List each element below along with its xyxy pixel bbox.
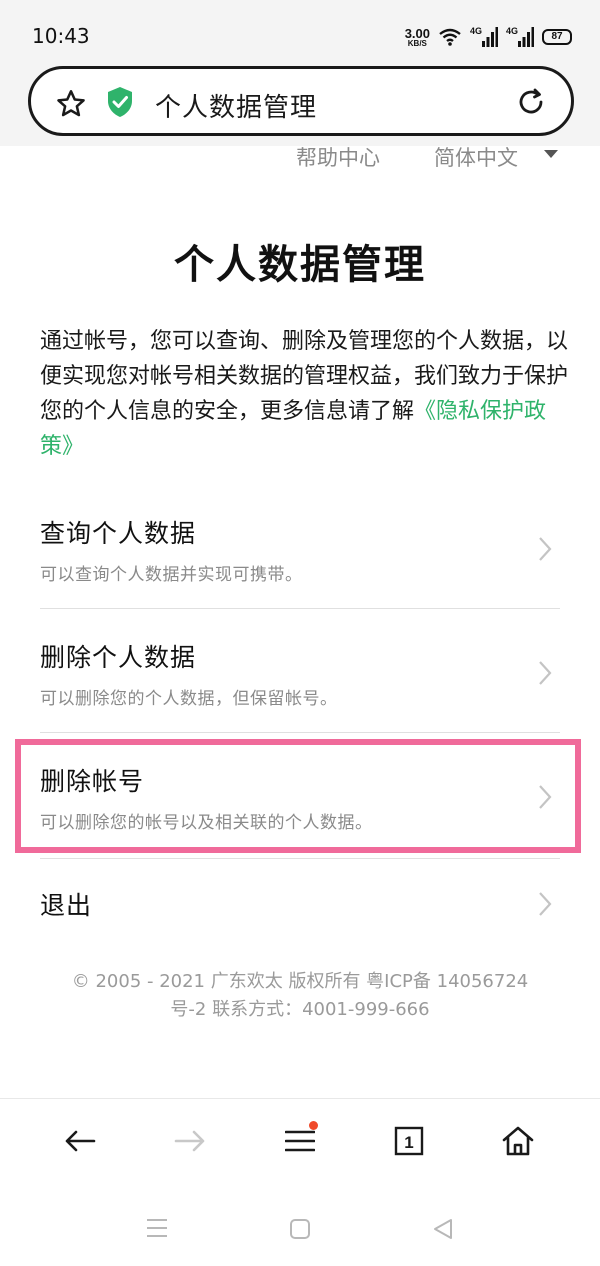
menu-item-desc: 可以查询个人数据并实现可携带。 [40, 565, 303, 585]
signal-sim1-icon: 4G [470, 26, 498, 48]
menu-item-logout[interactable]: 退出 [40, 886, 560, 922]
footer-copyright: © 2005 - 2021 广东欢太 版权所有 粤ICP备 14056724 [71, 971, 529, 992]
hamburger-menu-icon [285, 1130, 315, 1152]
home-icon [502, 1126, 534, 1156]
menu-item-title: 删除个人数据 [40, 643, 197, 672]
browser-bottom-nav: 1 [0, 1098, 600, 1182]
back-triangle-icon[interactable] [432, 1218, 454, 1240]
notification-dot [309, 1121, 318, 1130]
browser-toolbar: 个人数据管理 [0, 64, 600, 146]
back-arrow-icon [65, 1130, 96, 1152]
menu-item-desc: 可以删除您的个人数据，但保留帐号。 [40, 689, 338, 709]
reload-icon[interactable] [515, 86, 547, 118]
net-speed-unit: KB/S [407, 38, 427, 48]
chevron-right-icon [539, 537, 552, 561]
menu-item-title: 查询个人数据 [40, 519, 197, 548]
caret-down-icon[interactable] [544, 150, 558, 158]
forward-button[interactable] [170, 1121, 210, 1161]
help-center-link[interactable]: 帮助中心 [296, 142, 380, 172]
menu-item-title: 退出 [40, 891, 93, 920]
system-nav-bar [0, 1182, 600, 1266]
page-title: 个人数据管理 [174, 242, 426, 288]
forward-arrow-icon [174, 1130, 205, 1152]
divider [40, 608, 560, 609]
address-bar[interactable]: 个人数据管理 [28, 66, 574, 136]
chevron-right-icon [539, 892, 552, 916]
signal-sim2-icon: 4G [506, 26, 534, 48]
star-icon[interactable] [55, 88, 87, 120]
footer: © 2005 - 2021 广东欢太 版权所有 粤ICP备 14056724 号… [40, 968, 560, 1024]
battery-indicator: 87 [542, 29, 572, 45]
menu-item-delete-data[interactable]: 删除个人数据 可以删除您的个人数据，但保留帐号。 [40, 638, 560, 709]
status-time: 10:43 [32, 24, 90, 48]
net-speed: 3.00 KB/S [405, 27, 430, 48]
divider [40, 732, 560, 733]
status-bar: 10:43 3.00 KB/S 4G 4G 87 [0, 0, 600, 64]
tab-count: 1 [404, 1133, 413, 1152]
highlight-annotation [15, 739, 581, 853]
home-button[interactable] [498, 1121, 538, 1161]
footer-contact: 号-2 联系方式：4001-999-666 [170, 999, 430, 1020]
tabs-icon: 1 [394, 1126, 424, 1156]
status-indicators: 3.00 KB/S 4G 4G 87 [405, 24, 572, 50]
home-square-icon[interactable] [289, 1218, 311, 1240]
back-button[interactable] [60, 1121, 100, 1161]
tabs-button[interactable]: 1 [389, 1121, 429, 1161]
wifi-icon [439, 28, 461, 46]
intro-text: 通过帐号，您可以查询、删除及管理您的个人数据，以便实现您对帐号相关数据的管理权益… [40, 324, 570, 464]
chevron-right-icon [539, 661, 552, 685]
language-select[interactable]: 简体中文 [434, 142, 518, 172]
url-title[interactable]: 个人数据管理 [155, 87, 317, 124]
shield-check-icon [108, 87, 132, 117]
recent-apps-icon[interactable] [146, 1218, 168, 1238]
net-speed-value: 3.00 [404, 25, 430, 41]
menu-button[interactable] [280, 1121, 320, 1161]
menu-item-query-data[interactable]: 查询个人数据 可以查询个人数据并实现可携带。 [40, 514, 560, 585]
divider [40, 858, 560, 859]
